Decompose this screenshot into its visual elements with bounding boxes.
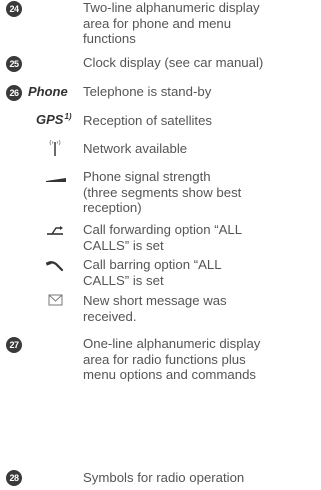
display-keyword-phone: Phone	[28, 84, 68, 99]
manual-page: { "entries": [ { "number": "24", "keywor…	[0, 0, 321, 490]
entry-description: Call barring option “ALL CALLS” is set	[83, 257, 318, 288]
call-barring-icon	[40, 259, 70, 273]
description-line: Clock display (see car manual)	[83, 55, 264, 70]
display-keyword-gps: GPS1)	[36, 112, 72, 127]
description-line: functions	[83, 31, 136, 46]
description-line: area for radio functions plus	[83, 351, 246, 367]
entry-description: Clock display (see car manual)	[83, 55, 318, 71]
description-line: CALLS” is set	[83, 272, 164, 288]
gps-label: GPS	[36, 112, 64, 127]
entry-description: New short message was received.	[83, 293, 318, 324]
envelope-icon	[40, 293, 70, 307]
description-line: Network available	[83, 141, 188, 156]
callout-number-badge: 26	[6, 85, 22, 101]
description-line: CALLS” is set	[83, 237, 164, 253]
callout-number-badge: 24	[6, 1, 22, 17]
description-line: Call barring option “ALL	[83, 257, 222, 272]
entry-description: Phone signal strength (three segments sh…	[83, 169, 318, 216]
description-line: Telephone is stand-by	[83, 84, 212, 99]
entry-description: Telephone is stand-by	[83, 84, 318, 100]
description-line: Call forwarding option “ALL	[83, 222, 243, 237]
call-forwarding-icon	[40, 224, 70, 238]
entry-description: Call forwarding option “ALL CALLS” is se…	[83, 222, 318, 253]
description-line: One-line alphanumeric display	[83, 336, 261, 351]
description-line: reception)	[83, 200, 142, 215]
description-line: New short message was	[83, 293, 227, 308]
description-line: (three segments show best	[83, 184, 242, 200]
description-line: menu options and commands	[83, 367, 257, 382]
description-line: received.	[83, 308, 137, 324]
footnote-marker: 1)	[64, 112, 72, 121]
description-line: Phone signal strength	[83, 169, 211, 184]
entry-description: Reception of satellites	[83, 113, 318, 129]
entry-description: Two-line alphanumeric display area for p…	[83, 0, 318, 47]
description-line: Two-line alphanumeric display	[83, 0, 260, 15]
entry-description: One-line alphanumeric display area for r…	[83, 336, 318, 383]
signal-strength-icon	[40, 172, 70, 184]
description-line: Reception of satellites	[83, 113, 213, 128]
callout-number-badge: 25	[6, 56, 22, 72]
entry-description: Symbols for radio operation	[83, 470, 318, 486]
callout-number-badge: 27	[6, 337, 22, 353]
description-line: area for phone and menu	[83, 15, 232, 31]
description-line: Symbols for radio operation	[83, 470, 245, 485]
antenna-icon	[40, 138, 70, 158]
entry-description: Network available	[83, 141, 318, 157]
callout-number-badge: 28	[6, 470, 22, 486]
